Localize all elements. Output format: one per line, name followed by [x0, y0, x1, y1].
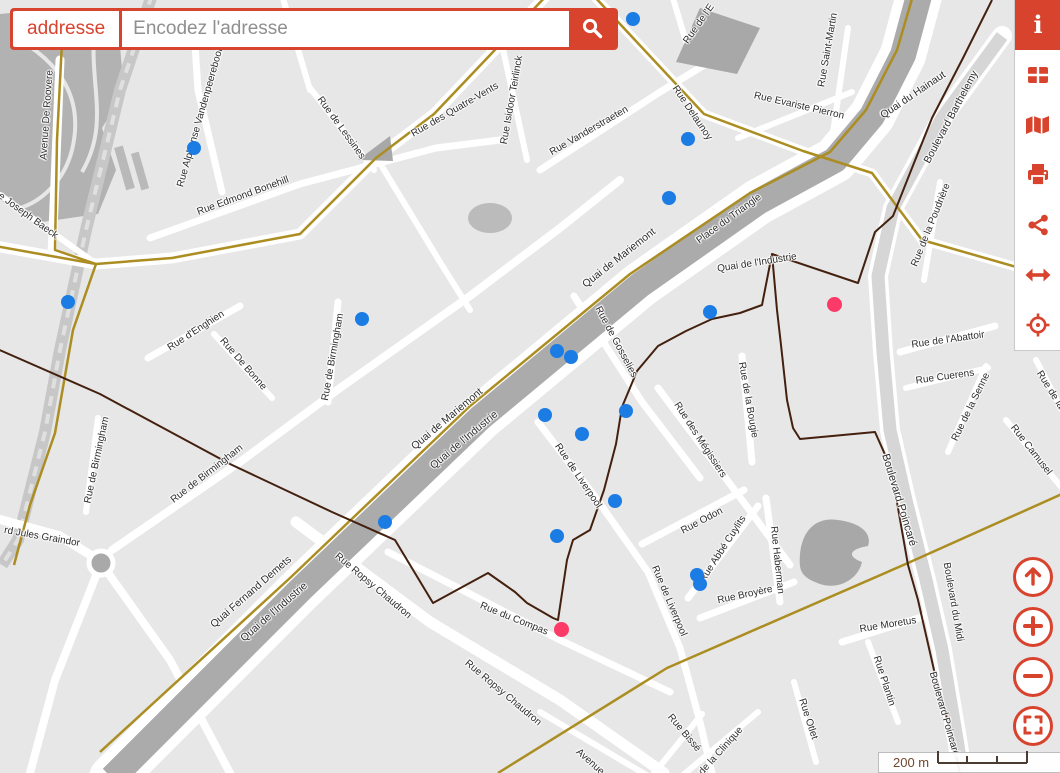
map-app: Avenue De Rooveree Joseph BaeckRue Alpho… [0, 0, 1060, 773]
sidebar-item-share[interactable] [1015, 200, 1060, 250]
svg-text:i: i [1033, 11, 1042, 39]
sidebar-item-locate[interactable] [1015, 300, 1060, 350]
marker-pink[interactable] [554, 622, 569, 637]
share-icon [1026, 213, 1050, 237]
pan-up-button[interactable] [1013, 557, 1053, 597]
scale-bar: 200 m [878, 752, 1060, 773]
marker-blue[interactable] [538, 408, 552, 422]
table-icon [1026, 63, 1050, 87]
scale-text: 200 m [893, 755, 929, 770]
sidebar-item-resize-horizontal[interactable] [1015, 250, 1060, 300]
print-icon [1026, 163, 1050, 187]
marker-blue[interactable] [608, 494, 622, 508]
marker-blue[interactable] [550, 344, 564, 358]
marker-blue[interactable] [626, 12, 640, 26]
marker-blue[interactable] [187, 141, 201, 155]
marker-blue[interactable] [378, 515, 392, 529]
search-button[interactable] [569, 11, 615, 47]
minus-icon [1022, 665, 1044, 690]
marker-pink[interactable] [827, 297, 842, 312]
marker-blue[interactable] [693, 577, 707, 591]
crosshair-icon [1026, 313, 1050, 337]
arrow-up-icon [1022, 565, 1044, 590]
sidebar-item-map[interactable] [1015, 100, 1060, 150]
map-canvas[interactable] [0, 0, 1060, 773]
map-icon [1025, 113, 1050, 137]
zoom-out-button[interactable] [1013, 657, 1053, 697]
search-label: addresse [13, 11, 122, 47]
marker-blue[interactable] [619, 404, 633, 418]
building [468, 203, 512, 233]
marker-blue[interactable] [575, 427, 589, 441]
search-input[interactable] [122, 11, 569, 47]
marker-blue[interactable] [550, 529, 564, 543]
sidebar-item-info[interactable]: i [1015, 0, 1060, 50]
marker-blue[interactable] [662, 191, 676, 205]
marker-blue[interactable] [564, 350, 578, 364]
marker-blue[interactable] [703, 305, 717, 319]
marker-blue[interactable] [61, 295, 75, 309]
sidebar-item-print[interactable] [1015, 150, 1060, 200]
roundabout [89, 551, 113, 575]
fullscreen-button[interactable] [1013, 706, 1053, 746]
fullscreen-icon [1022, 714, 1044, 739]
search-icon [580, 16, 604, 43]
marker-blue[interactable] [355, 312, 369, 326]
plus-icon [1022, 615, 1044, 640]
scale-ruler [937, 749, 1029, 770]
info-icon: i [1026, 11, 1050, 39]
address-search-bar: addresse [10, 8, 618, 50]
tools-sidebar: i [1014, 0, 1060, 351]
zoom-in-button[interactable] [1013, 607, 1053, 647]
arrows-horizontal-icon [1025, 266, 1051, 284]
sidebar-item-table[interactable] [1015, 50, 1060, 100]
marker-blue[interactable] [681, 132, 695, 146]
